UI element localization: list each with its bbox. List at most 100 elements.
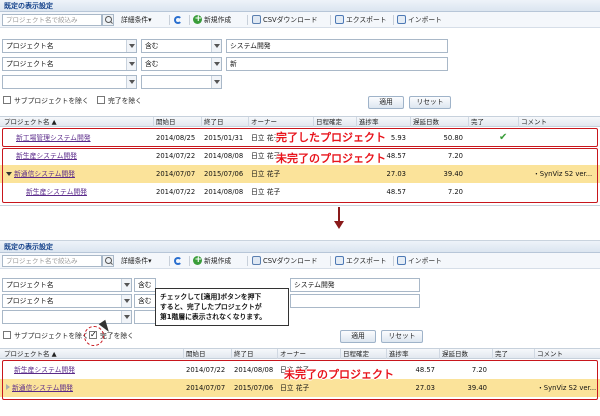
filter-value-input[interactable]: システム開発 <box>290 278 420 292</box>
column-header[interactable]: コメント <box>518 117 600 127</box>
reset-button[interactable]: リセット <box>409 96 451 109</box>
refresh-button[interactable] <box>174 14 184 26</box>
column-header[interactable]: コメント <box>534 349 600 359</box>
toolbar-separator <box>189 256 190 266</box>
grid-header: プロジェクト名 ▲ 開始日 終了日 オーナー 日程確定 進捗率 遅延日数 完了 … <box>0 116 600 127</box>
grid-header: プロジェクト名 ▲ 開始日 終了日 オーナー 日程確定 進捗率 遅延日数 完了 … <box>0 348 600 359</box>
callout-done-label: 完了したプロジェクト <box>276 131 386 144</box>
export-label: エクスポート <box>346 257 387 265</box>
exclude-subprojects-checkbox[interactable]: サブプロジェクトを除く <box>3 95 89 107</box>
filter-operator-select[interactable]: 含む <box>134 294 156 308</box>
filter-operator-select[interactable] <box>141 75 222 89</box>
filter-field-select[interactable] <box>2 75 137 89</box>
chevron-down-icon <box>121 279 131 291</box>
column-header[interactable]: 遅延日数 <box>439 349 492 359</box>
import-label: インポート <box>408 16 442 24</box>
filter-field-select[interactable]: プロジェクト名 <box>2 294 132 308</box>
tooltip-line: すると、完了したプロジェクトが <box>160 303 262 311</box>
new-button[interactable]: 新規作成 <box>193 254 232 267</box>
filter-field-select[interactable]: プロジェクト名 <box>2 278 132 292</box>
checkbox-box <box>3 96 11 104</box>
toolbar: プロジェクト名で絞込み 詳細条件▾ 新規作成 CSVダウンロード エクスポート … <box>0 253 600 269</box>
column-header[interactable]: 開始日 <box>153 117 201 127</box>
toolbar-separator <box>247 256 248 266</box>
column-header[interactable]: オーナー <box>248 117 313 127</box>
column-header[interactable]: 完了 <box>468 117 518 127</box>
csv-icon <box>252 256 261 265</box>
filter-value-input[interactable] <box>290 294 420 308</box>
column-label: プロジェクト名 <box>4 350 50 358</box>
column-header[interactable]: 終了日 <box>201 117 248 127</box>
detail-conditions-button[interactable]: 詳細条件▾ <box>121 255 152 267</box>
filter-operator-select[interactable]: 含む <box>141 39 222 53</box>
apply-button[interactable]: 適用 <box>340 330 376 343</box>
csv-label: CSVダウンロード <box>263 16 318 24</box>
column-header[interactable]: プロジェクト名 ▲ <box>2 349 183 359</box>
detail-conditions-button[interactable]: 詳細条件▾ <box>121 14 152 26</box>
import-icon <box>397 15 406 24</box>
checkbox-label: 完了を除く <box>108 97 142 105</box>
csv-download-button[interactable]: CSVダウンロード <box>252 14 318 26</box>
refresh-button[interactable] <box>174 255 184 267</box>
column-header[interactable]: 進捗率 <box>356 117 410 127</box>
import-icon <box>397 256 406 265</box>
chevron-down-icon <box>211 40 221 52</box>
column-header[interactable]: 日程確定 <box>340 349 386 359</box>
chevron-down-icon <box>126 40 136 52</box>
filter-value-input[interactable]: システム開発 <box>226 39 448 53</box>
column-header[interactable]: プロジェクト名 ▲ <box>2 117 123 127</box>
apply-button[interactable]: 適用 <box>368 96 404 109</box>
export-button[interactable]: エクスポート <box>335 14 387 26</box>
chevron-down-icon <box>211 58 221 70</box>
column-header[interactable]: 日程確定 <box>313 117 356 127</box>
csv-download-button[interactable]: CSVダウンロード <box>252 255 318 267</box>
add-icon <box>193 13 202 25</box>
search-icon[interactable] <box>102 14 114 26</box>
exclude-subprojects-checkbox[interactable]: サブプロジェクトを除く <box>3 330 89 342</box>
filter-value-input[interactable]: 新 <box>226 57 448 71</box>
panel-header: 既定の表示設定 <box>0 0 600 12</box>
callout-not-done-label: 未完了のプロジェクト <box>284 368 394 381</box>
toolbar-separator <box>247 15 248 25</box>
tooltip-line: チェックして[適用]ボタンを押下 <box>160 293 262 301</box>
filter-operator-value: 含む <box>145 60 159 68</box>
refresh-icon <box>174 257 182 265</box>
filter-field-select[interactable]: プロジェクト名 <box>2 39 137 53</box>
exclude-done-checkbox[interactable]: 完了を除く <box>97 95 142 107</box>
reset-button[interactable]: リセット <box>381 330 423 343</box>
toolbar-separator <box>169 15 170 25</box>
filter-field-select[interactable] <box>2 310 132 324</box>
filter-operator-select[interactable]: 含む <box>134 278 156 292</box>
export-button[interactable]: エクスポート <box>335 255 387 267</box>
new-button[interactable]: 新規作成 <box>193 13 231 26</box>
search-input[interactable]: プロジェクト名で絞込み <box>2 14 102 26</box>
column-header[interactable]: 開始日 <box>183 349 231 359</box>
import-button[interactable]: インポート <box>397 255 442 267</box>
refresh-icon <box>174 16 182 24</box>
top-panel: 既定の表示設定 プロジェクト名で絞込み 詳細条件▾ 新規作成 CSVダウンロード… <box>0 0 600 206</box>
toolbar-separator <box>330 15 331 25</box>
filter-operator-select[interactable]: 含む <box>141 57 222 71</box>
import-label: インポート <box>408 257 442 265</box>
import-button[interactable]: インポート <box>397 14 442 26</box>
new-label: 新規作成 <box>204 257 232 265</box>
arrow-down-icon <box>334 207 344 229</box>
filter-field-select[interactable]: プロジェクト名 <box>2 57 137 71</box>
column-header[interactable]: 遅延日数 <box>410 117 468 127</box>
chevron-down-icon <box>211 76 221 88</box>
filter-operator-value: 含む <box>138 281 152 289</box>
column-header[interactable]: 完了 <box>492 349 534 359</box>
column-header[interactable]: オーナー <box>277 349 340 359</box>
filter-operator-select[interactable] <box>134 310 156 324</box>
search-icon[interactable] <box>102 255 114 267</box>
add-icon <box>193 254 202 266</box>
search-input[interactable]: プロジェクト名で絞込み <box>2 255 102 267</box>
chevron-down-icon <box>121 295 131 307</box>
column-header[interactable]: 進捗率 <box>386 349 439 359</box>
csv-label: CSVダウンロード <box>263 257 318 265</box>
chevron-down-icon <box>121 311 131 323</box>
filter-operator-value: 含む <box>145 42 159 50</box>
column-header[interactable]: 終了日 <box>231 349 277 359</box>
export-icon <box>335 15 344 24</box>
chevron-down-icon <box>126 76 136 88</box>
